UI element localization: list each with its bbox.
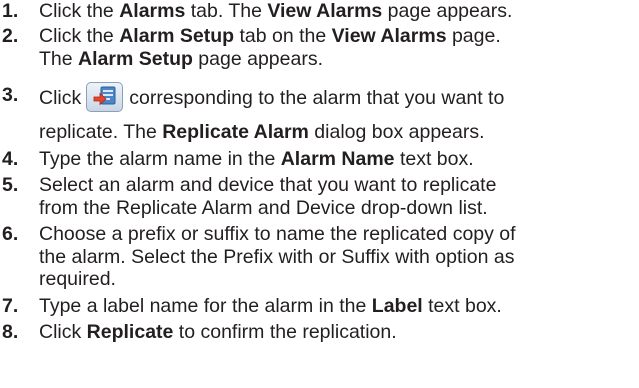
step-text: Click the Alarm Setup tab on the View Al… (39, 25, 501, 70)
step-text: Choose a prefix or suffix to name the re… (39, 223, 516, 290)
ui-term: Replicate Alarm (162, 121, 309, 143)
step-number: 1. (2, 0, 19, 22)
step-number: 8. (2, 321, 19, 343)
step-number: 4. (2, 148, 19, 170)
step-text: Type the alarm name in the Alarm Name te… (39, 148, 474, 170)
step-text: Click the Alarms tab. The View Alarms pa… (39, 0, 513, 22)
instruction-steps: 1. Click the Alarms tab. The View Alarms… (0, 0, 639, 388)
replicate-icon[interactable] (86, 82, 124, 112)
step-number: 7. (2, 295, 19, 317)
step-text: Type a label name for the alarm in the L… (39, 295, 502, 317)
step-text: Click corresponding to the alarm that yo… (39, 82, 639, 143)
step-number: 3. (2, 84, 19, 106)
ui-term: Alarms (119, 0, 186, 22)
ui-term: Alarm Setup (119, 25, 235, 47)
replicate-icon-glyph (93, 86, 116, 106)
ui-term: Replicate (86, 321, 174, 343)
step-text: Click Replicate to confirm the replicati… (39, 321, 397, 343)
ui-term: View Alarms (267, 0, 383, 22)
step-number: 2. (2, 25, 19, 47)
ui-term: View Alarms (331, 25, 447, 47)
ui-term: Alarm Name (280, 148, 395, 170)
step-number: 6. (2, 223, 19, 245)
step-text: Select an alarm and device that you want… (39, 174, 497, 219)
step-number: 5. (2, 174, 19, 196)
ui-term: Label (371, 295, 423, 317)
ui-term: Alarm Setup (78, 47, 193, 70)
